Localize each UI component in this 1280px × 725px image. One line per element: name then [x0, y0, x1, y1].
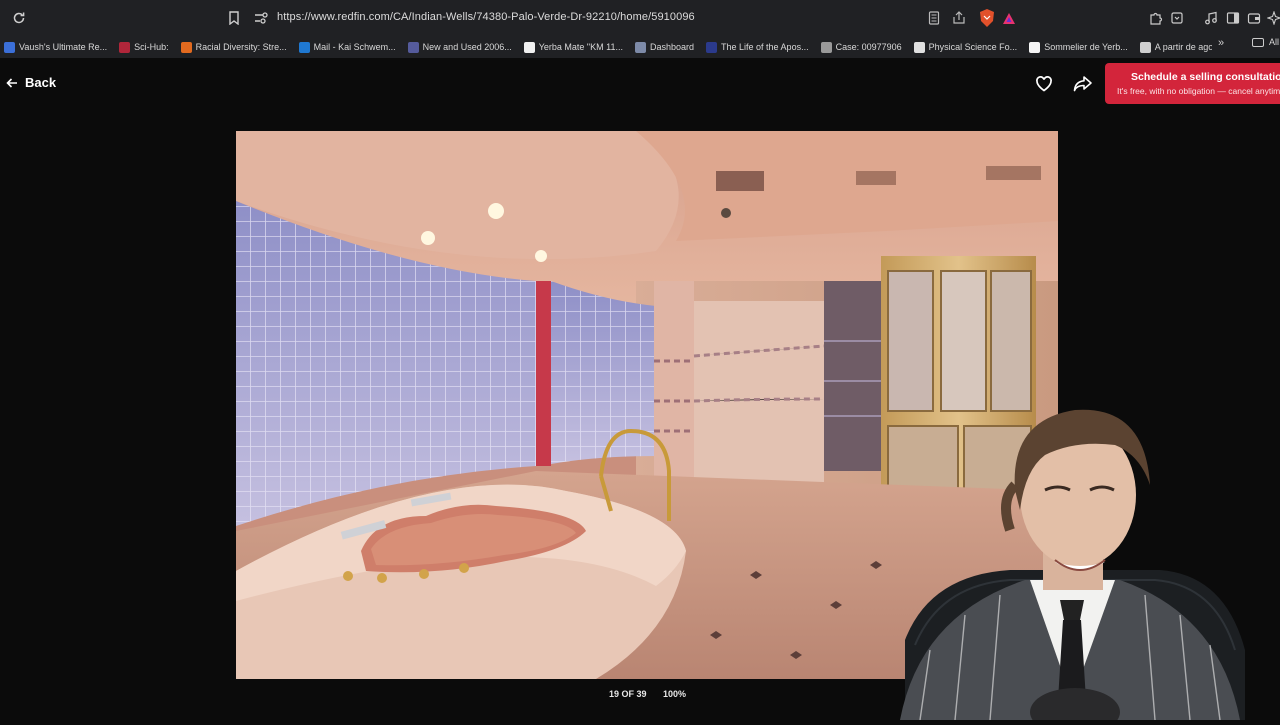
bookmarks-overflow-icon[interactable]: » — [1218, 37, 1224, 49]
bookmark-label: A partir de agosto A... — [1154, 42, 1212, 52]
site-info-icon[interactable] — [252, 9, 270, 27]
photo-counter: 19 OF 39 — [609, 689, 647, 699]
bookmark-label: Mail - Kai Schwem... — [313, 42, 396, 52]
cta-subtitle: It's free, with no obligation — cancel a… — [1117, 86, 1280, 96]
bookmark-page-icon[interactable] — [225, 9, 243, 27]
wallet-icon[interactable] — [1245, 9, 1263, 27]
browser-toolbar: https://www.redfin.com/CA/Indian-Wells/7… — [0, 0, 1280, 36]
back-button[interactable]: Back — [6, 75, 56, 90]
zoom-level[interactable]: 100% — [663, 689, 686, 699]
extension-box-icon[interactable] — [1168, 9, 1186, 27]
webcam-overlay — [860, 400, 1280, 725]
bookmark-label: The Life of the Apos... — [721, 42, 809, 52]
brave-rewards-icon[interactable] — [1000, 9, 1018, 27]
bookmark-favicon-icon — [523, 41, 535, 53]
bookmark-item[interactable]: Dashboard — [634, 41, 695, 53]
share-page-icon[interactable] — [950, 9, 968, 27]
all-bookmarks-folder[interactable]: All — [1252, 37, 1279, 47]
favorite-heart-icon[interactable] — [1035, 75, 1053, 93]
bookmark-label: Dashboard — [649, 42, 695, 52]
bookmark-favicon-icon — [119, 41, 131, 53]
bookmark-label: Yerba Mate "KM 11... — [538, 42, 623, 52]
bookmark-item[interactable]: The Life of the Apos... — [706, 41, 809, 53]
bookmark-label: Sommelier de Yerb... — [1044, 42, 1128, 52]
bookmark-item[interactable]: Sci-Hub: — [119, 41, 169, 53]
bookmark-label: New and Used 2006... — [422, 42, 512, 52]
bookmark-label: Sci-Hub: — [134, 42, 169, 52]
back-label: Back — [25, 75, 57, 90]
browser-chrome: https://www.redfin.com/CA/Indian-Wells/7… — [0, 0, 1280, 58]
share-arrow-icon[interactable] — [1073, 75, 1093, 93]
bookmarks-bar: Vaush's Ultimate Re... Sci-Hub: Racial Div… — [0, 36, 1212, 58]
cta-title: Schedule a selling consultation — [1131, 71, 1280, 83]
bookmark-item[interactable]: Mail - Kai Schwem... — [298, 41, 396, 53]
sidebar-toggle-icon[interactable] — [1224, 9, 1242, 27]
address-bar-url[interactable]: https://www.redfin.com/CA/Indian-Wells/7… — [277, 11, 695, 23]
bookmark-label: Vaush's Ultimate Re... — [19, 42, 108, 52]
leo-ai-icon[interactable] — [1265, 9, 1280, 27]
bookmark-favicon-icon — [1139, 41, 1151, 53]
all-bookmarks-label: All — [1269, 37, 1280, 47]
media-music-icon[interactable] — [1202, 9, 1220, 27]
bookmark-label: Physical Science Fo... — [928, 42, 1018, 52]
bookmark-favicon-icon — [407, 41, 419, 53]
reader-mode-icon[interactable] — [925, 9, 943, 27]
extensions-puzzle-icon[interactable] — [1147, 9, 1165, 27]
bookmark-favicon-icon — [706, 41, 718, 53]
bookmark-item[interactable]: Yerba Mate "KM 11... — [523, 41, 623, 53]
arrow-left-icon — [6, 77, 17, 88]
bookmark-favicon-icon — [1029, 41, 1041, 53]
bookmark-label: Case: 00977906 — [835, 42, 902, 52]
brave-shield-icon[interactable] — [978, 8, 996, 28]
folder-icon — [1252, 37, 1264, 47]
bookmark-favicon-icon — [180, 41, 192, 53]
bookmark-favicon-icon — [298, 41, 310, 53]
bookmark-item[interactable]: Physical Science Fo... — [913, 41, 1018, 53]
bookmark-item[interactable]: Vaush's Ultimate Re... — [4, 41, 108, 53]
bookmark-favicon-icon — [820, 41, 832, 53]
bookmark-item[interactable]: Racial Diversity: Stre... — [180, 41, 287, 53]
bookmark-label: Racial Diversity: Stre... — [195, 42, 287, 52]
bookmark-favicon-icon — [634, 41, 646, 53]
bookmark-item[interactable]: A partir de agosto A... — [1139, 41, 1212, 53]
bookmark-item[interactable]: Sommelier de Yerb... — [1029, 41, 1128, 53]
bookmark-item[interactable]: New and Used 2006... — [407, 41, 512, 53]
bookmark-favicon-icon — [4, 41, 15, 53]
reload-icon[interactable] — [10, 9, 28, 27]
schedule-consultation-button[interactable]: Schedule a selling consultation It's fre… — [1105, 63, 1280, 104]
bookmark-favicon-icon — [913, 41, 925, 53]
bookmark-item[interactable]: Case: 00977906 — [820, 41, 902, 53]
